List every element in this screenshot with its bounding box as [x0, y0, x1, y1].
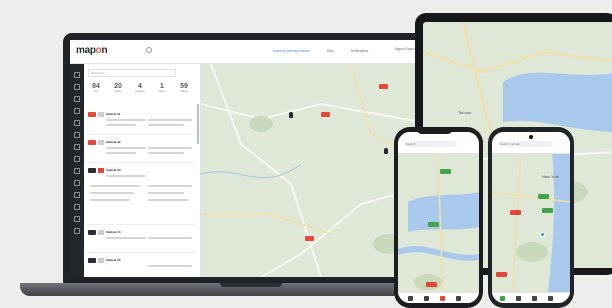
stat-active[interactable]: 20 Active	[108, 83, 128, 93]
calendar-icon[interactable]	[74, 204, 80, 210]
camera-icon	[529, 135, 533, 139]
more-tab-icon[interactable]	[548, 296, 553, 301]
vehicle-row[interactable]: Vehicle 04	[86, 227, 196, 253]
users-icon[interactable]	[74, 120, 80, 126]
vehicle-marker[interactable]	[426, 282, 437, 287]
camera-icon[interactable]	[74, 216, 80, 222]
person-marker[interactable]	[289, 112, 293, 118]
vehicle-marker[interactable]	[379, 84, 388, 89]
phone1-search-input[interactable]: Search	[404, 141, 458, 147]
report-icon[interactable]	[74, 192, 80, 198]
phone1-screen: Search	[398, 132, 479, 303]
phone2-search-input[interactable]: Search vehicle	[498, 141, 553, 147]
notifications-link[interactable]: Notifications	[351, 49, 368, 53]
route-icon[interactable]	[74, 96, 80, 102]
message-icon[interactable]	[74, 180, 80, 186]
vehicle-row[interactable]: Vehicle 05	[86, 255, 196, 277]
top-bar: mapon Switch to previous version Help No…	[70, 40, 432, 64]
phone-device-1: Search	[394, 127, 483, 308]
vehicle-marker[interactable]	[428, 222, 439, 227]
stat-parking[interactable]: 4 Parking	[130, 83, 150, 93]
car-icon[interactable]	[74, 84, 80, 90]
stat-offline[interactable]: 59 Offline	[174, 83, 194, 93]
account-menu[interactable]: Mapon Support	[395, 47, 417, 51]
logo[interactable]: mapon	[76, 45, 108, 56]
chart-icon[interactable]	[74, 144, 80, 150]
list-tab-icon[interactable]	[516, 296, 521, 301]
app-sidebar	[70, 64, 84, 277]
phone1-map[interactable]	[398, 132, 479, 303]
list-tab-icon[interactable]	[424, 296, 429, 301]
vehicle-marker[interactable]	[321, 112, 330, 117]
previous-version-link[interactable]: Switch to previous version	[273, 49, 310, 53]
map-label: New York	[542, 174, 559, 179]
menu-icon[interactable]	[74, 72, 80, 78]
laptop-device: mapon Switch to previous version Help No…	[63, 33, 439, 283]
laptop-screen: mapon Switch to previous version Help No…	[70, 40, 432, 277]
map-tab-icon[interactable]	[408, 296, 413, 301]
alerts-tab-icon[interactable]	[440, 296, 445, 301]
vehicle-marker[interactable]	[542, 208, 553, 213]
vehicle-row[interactable]: Vehicle 02	[86, 137, 196, 163]
location-dot	[540, 232, 545, 237]
more-tab-icon[interactable]	[456, 296, 461, 301]
objects-panel: All objects 84 All 20 Active 4 Parking 1 Ale…	[84, 64, 201, 277]
gear-icon[interactable]	[146, 47, 152, 53]
phone-notch	[416, 127, 453, 134]
phone2-tab-bar	[492, 292, 570, 303]
search-input[interactable]: All objects	[88, 69, 176, 77]
map-tab-icon[interactable]	[500, 296, 505, 301]
vehicle-marker[interactable]	[305, 236, 314, 241]
laptop-notch	[220, 283, 282, 287]
stat-alerts[interactable]: 1 Alerts	[152, 83, 172, 93]
map-label: Toronto	[458, 110, 472, 115]
alert-icon[interactable]	[74, 156, 80, 162]
vehicle-marker[interactable]	[510, 210, 521, 215]
vehicle-row[interactable]: Vehicle 03	[86, 165, 196, 225]
vehicle-marker[interactable]	[538, 194, 549, 199]
phone1-header: Search	[398, 132, 479, 154]
task-icon[interactable]	[74, 168, 80, 174]
map-icon[interactable]	[74, 108, 80, 114]
person-marker[interactable]	[384, 148, 388, 154]
help-link[interactable]: Help	[327, 49, 334, 53]
vehicle-marker[interactable]	[496, 272, 507, 277]
alerts-tab-icon[interactable]	[532, 296, 537, 301]
vehicle-row[interactable]: Vehicle 01	[86, 109, 196, 135]
phone2-map[interactable]: New York	[492, 132, 570, 303]
fuel-icon[interactable]	[74, 132, 80, 138]
phone2-screen: New York Search vehicle	[492, 132, 570, 303]
phone-device-2: New York Search vehicle	[488, 127, 574, 308]
scrollbar[interactable]	[197, 104, 199, 144]
vehicle-marker[interactable]	[440, 169, 451, 174]
stat-all[interactable]: 84 All	[86, 83, 106, 93]
phone1-tab-bar	[398, 292, 479, 303]
settings-icon[interactable]	[74, 228, 80, 234]
